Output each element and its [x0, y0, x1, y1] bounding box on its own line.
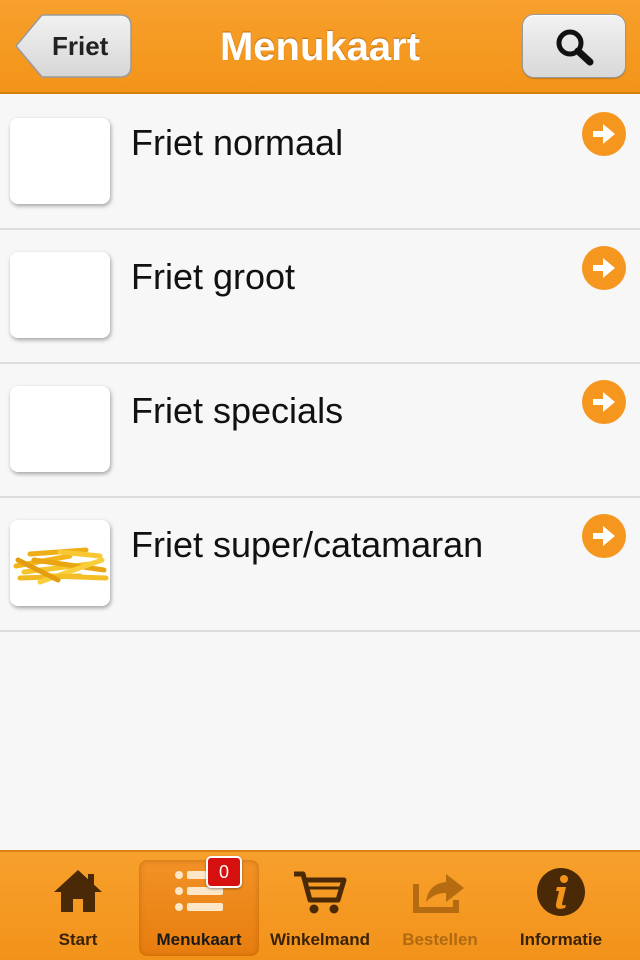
back-button[interactable]: Friet — [14, 14, 132, 78]
item-label: Friet super/catamaran — [131, 524, 484, 565]
item-thumbnail — [10, 386, 110, 472]
cart-icon — [294, 871, 347, 914]
arrow-right-icon[interactable] — [582, 246, 626, 290]
menu-list: Friet normaal Friet groot Friet specials — [0, 96, 640, 632]
item-thumbnail — [10, 118, 110, 204]
navigation-bar: Friet Menukaart — [0, 0, 640, 94]
item-label: Friet specials — [131, 390, 344, 431]
tab-winkelmand[interactable]: Winkelmand — [260, 860, 380, 956]
tab-label: Start — [58, 930, 98, 949]
cart-count-badge: 0 — [206, 856, 242, 888]
home-icon — [54, 870, 102, 912]
info-icon — [537, 868, 585, 916]
tab-label: Winkelmand — [270, 930, 370, 949]
tab-bestellen[interactable]: Bestellen — [380, 860, 500, 956]
tab-label: Informatie — [519, 930, 603, 949]
list-item[interactable]: Friet specials — [0, 364, 640, 498]
item-label: Friet groot — [131, 256, 296, 297]
tab-label: Bestellen — [402, 930, 478, 949]
back-button-label: Friet — [52, 31, 109, 61]
list-item[interactable]: Friet normaal — [0, 96, 640, 230]
tab-bar: Start Menukaart Winkelmand 0 Bestellen I… — [0, 850, 640, 960]
tab-informatie[interactable]: Informatie — [501, 860, 621, 956]
share-icon — [413, 874, 464, 913]
item-thumbnail — [10, 252, 110, 338]
page-title: Menukaart — [219, 25, 421, 69]
fries-image — [13, 547, 109, 585]
item-label: Friet normaal — [131, 122, 344, 163]
list-item[interactable]: Friet groot — [0, 230, 640, 364]
item-thumbnail — [10, 520, 110, 606]
search-icon — [556, 29, 594, 66]
search-button[interactable] — [522, 14, 626, 78]
list-item[interactable]: Friet super/catamaran — [0, 498, 640, 632]
arrow-right-icon[interactable] — [582, 514, 626, 558]
arrow-right-icon[interactable] — [582, 380, 626, 424]
arrow-right-icon[interactable] — [582, 112, 626, 156]
tab-start[interactable]: Start — [18, 860, 138, 956]
tab-label: Menukaart — [156, 930, 242, 949]
